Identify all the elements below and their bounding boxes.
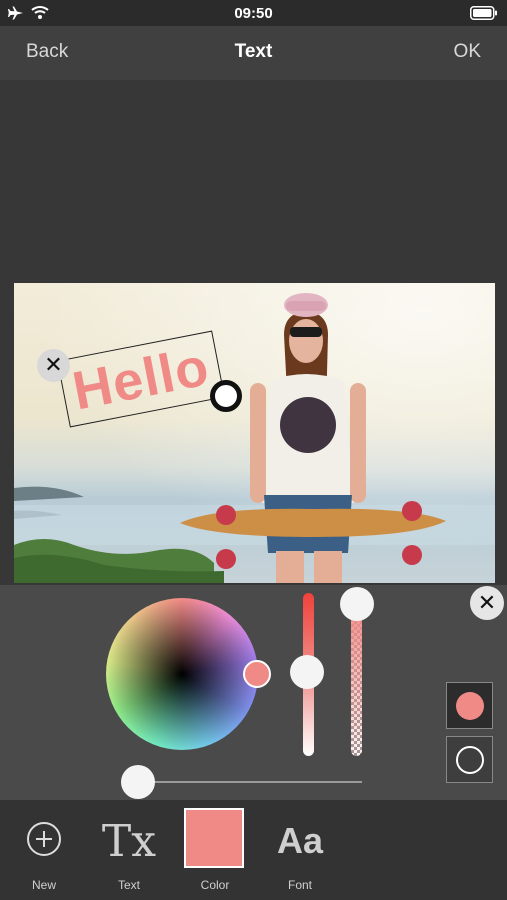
fill-color-swatch[interactable] [446,682,493,729]
size-slider-knob[interactable] [121,765,155,799]
color-label: Color [200,878,230,892]
status-bar: 09:50 [0,0,507,26]
text-tool-button[interactable]: Tx Text [87,800,171,900]
brightness-slider-knob[interactable] [290,655,324,689]
photo-illustration [14,283,495,583]
rotate-handle-icon[interactable] [210,380,242,412]
color-preview-icon [184,808,244,868]
page-title: Text [234,41,273,62]
color-wheel[interactable] [106,598,258,750]
battery-icon [470,6,497,20]
text-tool-icon: Tx [101,816,157,867]
text-label: Text [117,878,140,892]
photo [14,283,495,583]
font-icon: Aa [276,820,324,861]
fill-color-dot [456,692,484,720]
outline-color-swatch[interactable] [446,736,493,783]
close-icon: ✕ [477,590,497,615]
close-panel-button[interactable]: ✕ [470,586,504,620]
delete-text-button[interactable]: ✕ [37,349,70,382]
color-tool-button[interactable]: Color [173,800,257,900]
new-label: New [31,878,56,892]
font-tool-button[interactable]: Aa Font [258,800,342,900]
nav-bar: Back Text OK [0,26,507,80]
opacity-slider-track[interactable] [351,600,362,756]
outline-color-dot [456,746,484,774]
new-button[interactable]: New [2,800,86,900]
bottom-toolbar: New Tx Text Color Aa Font [0,800,507,900]
font-label: Font [287,878,312,892]
close-icon: ✕ [44,352,63,377]
color-wheel-knob[interactable] [243,660,271,688]
size-slider-track[interactable] [138,781,362,783]
plus-circle-icon [27,822,61,856]
status-time: 09:50 [234,5,273,22]
ok-button[interactable]: OK [454,41,481,63]
opacity-slider-knob[interactable] [340,587,374,621]
